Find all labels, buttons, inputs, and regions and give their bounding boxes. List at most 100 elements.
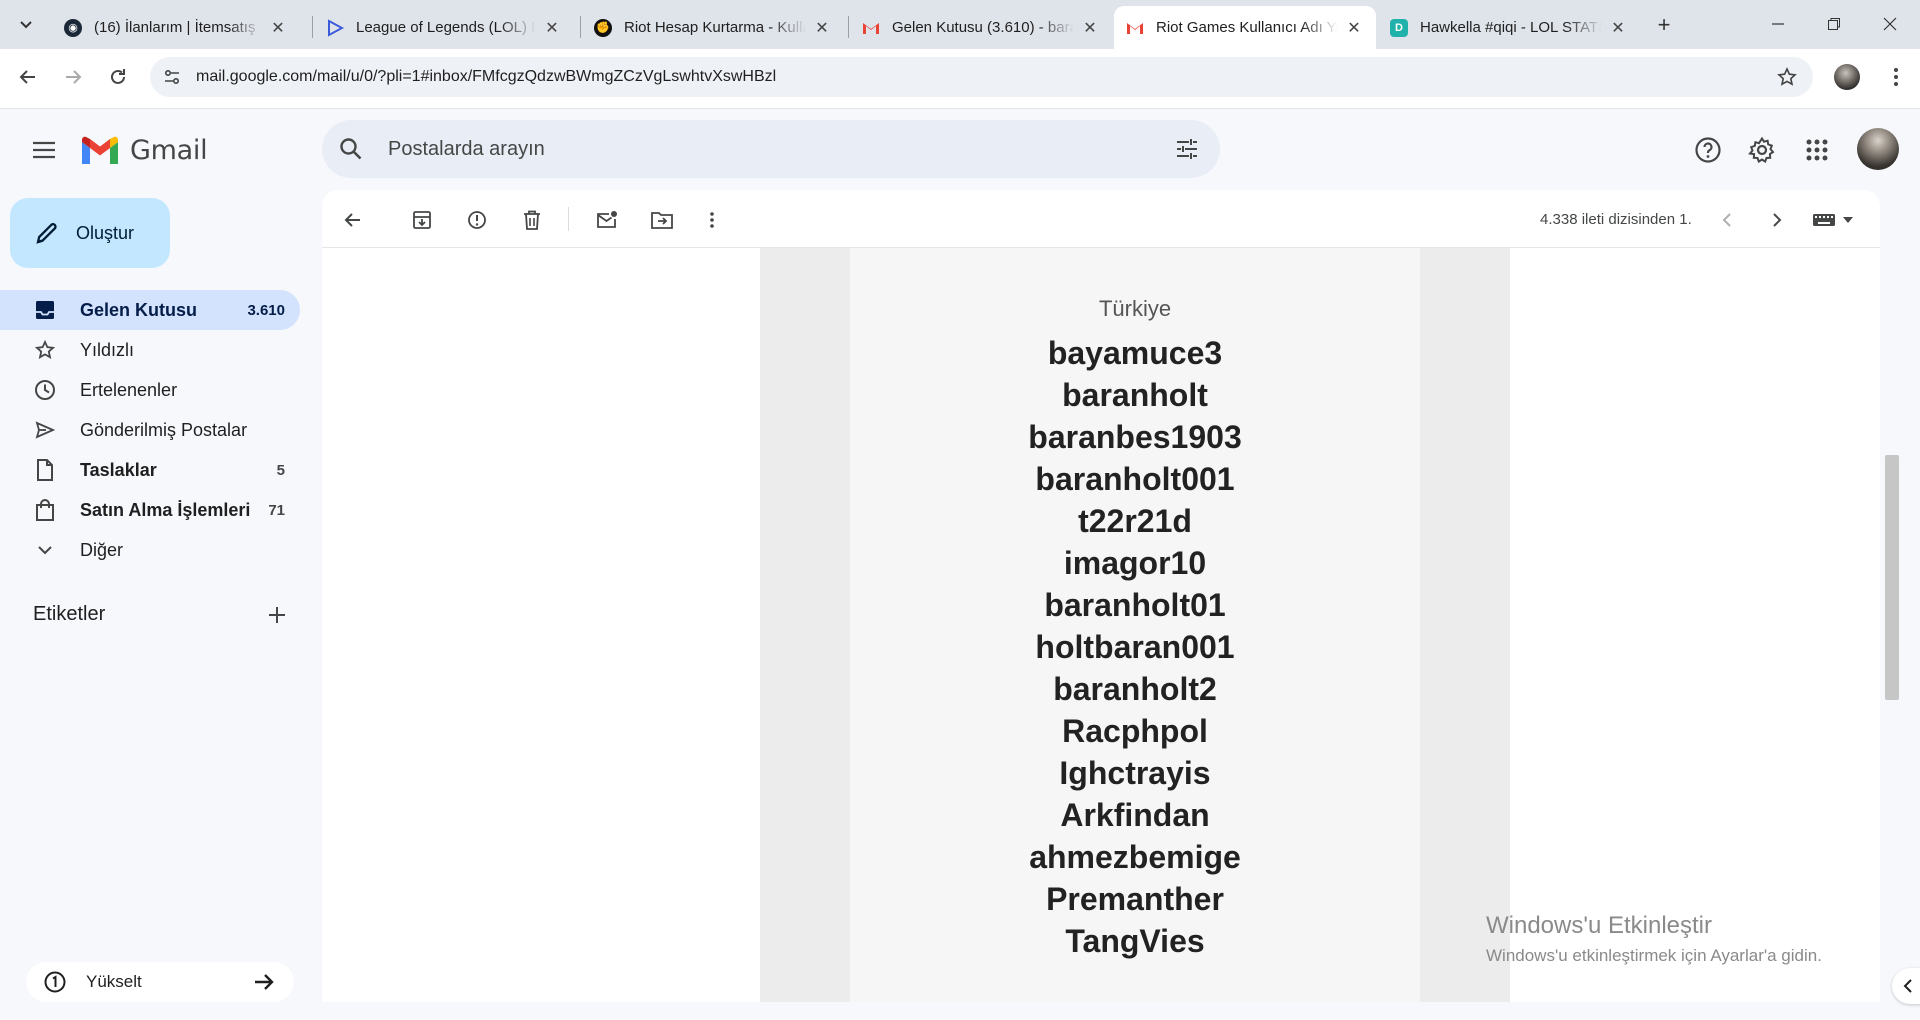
sidebar-nav: Gelen Kutusu 3.610 Yıldızlı Ertelenenler… <box>0 290 300 570</box>
browser-tab[interactable]: League of Legends (LOL) Hesap ✕ <box>314 6 574 49</box>
username-item: Arkfindan <box>1060 797 1210 833</box>
sidebar-item-snoozed[interactable]: Ertelenenler <box>0 370 300 410</box>
riot-fist-icon: ✊ <box>594 18 612 37</box>
pencil-icon <box>36 223 57 244</box>
site-settings-icon[interactable] <box>160 65 184 89</box>
upgrade-button[interactable]: Yükselt <box>26 962 294 1002</box>
reload-icon <box>111 69 125 84</box>
browser-tab[interactable]: Gelen Kutusu (3.610) - baranholt ✕ <box>850 6 1112 49</box>
page-scrollbar-thumb[interactable] <box>1885 455 1899 700</box>
sidebar-item-drafts[interactable]: Taslaklar 5 <box>0 450 300 490</box>
older-button[interactable] <box>1762 205 1792 235</box>
tab-title: Riot Games Kullanıcı Adı Yardımı <box>1156 19 1338 36</box>
gmail-m-icon <box>82 136 118 164</box>
search-options-icon[interactable] <box>1174 136 1200 162</box>
chevron-down-icon <box>20 21 32 29</box>
close-icon[interactable]: ✕ <box>1080 18 1100 38</box>
email-content-card: Türkiye bayamuce3 baranholt baranbes1903 ba… <box>850 248 1420 1002</box>
region-label: Türkiye <box>1098 296 1172 321</box>
close-window-button[interactable] <box>1862 0 1918 48</box>
bookmark-star-icon[interactable] <box>1775 65 1799 89</box>
address-bar[interactable]: mail.google.com/mail/u/0/?pli=1#inbox/FM… <box>150 57 1813 97</box>
mark-unread-button[interactable] <box>592 205 622 235</box>
delete-button[interactable] <box>517 205 547 235</box>
watermark-subtitle: Windows'u etkinleştirmek için Ayarlar'a … <box>1486 946 1822 965</box>
message-body: Türkiye bayamuce3 baranholt baranbes1903 ba… <box>322 248 1880 1002</box>
browser-tab-active[interactable]: Riot Games Kullanıcı Adı Yardımı ✕ <box>1114 6 1376 49</box>
settings-button[interactable] <box>1743 131 1781 169</box>
chevron-left-icon <box>1722 213 1731 227</box>
back-button[interactable] <box>12 61 44 93</box>
tab-search-button[interactable] <box>12 10 40 38</box>
new-tab-button[interactable]: + <box>1650 11 1678 39</box>
caret-down-icon <box>1843 217 1853 223</box>
url-text[interactable]: mail.google.com/mail/u/0/?pli=1#inbox/FM… <box>196 68 776 86</box>
main-menu-button[interactable] <box>28 134 60 166</box>
username-item: baranholt001 <box>1035 461 1235 497</box>
play-triangle-icon <box>326 18 344 37</box>
gmail-icon <box>862 19 880 37</box>
windows-activation-watermark: Windows'u Etkinleştir Windows'u etkinleş… <box>1486 912 1822 966</box>
close-icon[interactable]: ✕ <box>1608 18 1628 38</box>
tab-title: Gelen Kutusu (3.610) - baranholt <box>892 19 1074 36</box>
trash-icon <box>524 210 540 230</box>
tab-separator <box>580 16 581 38</box>
restore-button[interactable] <box>1806 0 1862 48</box>
chevron-right-icon <box>1773 213 1782 227</box>
mail-toolbar: 4.338 ileti dizisinden 1. <box>322 190 1880 248</box>
clock-icon <box>33 378 57 402</box>
sidebar-item-purchases[interactable]: Satın Alma İşlemleri 71 <box>0 490 300 530</box>
sidebar-item-label: Gönderilmiş Postalar <box>80 419 248 440</box>
forward-button[interactable] <box>57 61 89 93</box>
search-input[interactable] <box>388 135 1088 163</box>
sidebar-item-more[interactable]: Diğer <box>0 530 300 570</box>
add-label-button[interactable] <box>264 602 290 628</box>
browser-profile-avatar[interactable] <box>1834 64 1860 90</box>
back-to-inbox-button[interactable] <box>338 205 368 235</box>
newer-button[interactable] <box>1712 205 1742 235</box>
tab-title: (16) İlanlarım | İtemsatış <box>94 19 256 36</box>
browser-menu-button[interactable] <box>1884 61 1908 93</box>
tab-title: Hawkella #qiqi - LOL STATS <box>1420 19 1602 36</box>
close-icon[interactable]: ✕ <box>812 18 832 38</box>
compose-button[interactable]: Oluştur <box>10 198 170 268</box>
sidebar-item-starred[interactable]: Yıldızlı <box>0 330 300 370</box>
steam-icon: ◉ <box>64 18 82 37</box>
close-icon[interactable]: ✕ <box>268 18 288 38</box>
archive-button[interactable] <box>407 205 437 235</box>
watermark-title: Windows'u Etkinleştir <box>1486 912 1712 939</box>
close-icon[interactable]: ✕ <box>542 18 562 38</box>
move-folder-icon <box>651 212 673 229</box>
sidebar-item-sent[interactable]: Gönderilmiş Postalar <box>0 410 300 450</box>
input-tools-button[interactable] <box>1812 208 1858 232</box>
chevron-down-icon <box>33 538 57 562</box>
draft-icon <box>33 458 57 482</box>
browser-tab[interactable]: D Hawkella #qiqi - LOL STATS ✕ <box>1378 6 1640 49</box>
gmail-icon <box>1126 19 1144 37</box>
close-icon[interactable]: ✕ <box>1344 18 1364 38</box>
gmail-logo[interactable]: Gmail <box>80 133 208 167</box>
google-apps-button[interactable] <box>1798 131 1836 169</box>
side-panel-toggle[interactable] <box>1892 968 1920 1004</box>
shopping-bag-icon <box>33 498 57 522</box>
sidebar-item-label: Diğer <box>80 539 124 560</box>
pager-text: 4.338 ileti dizisinden 1. <box>1540 211 1692 228</box>
move-to-button[interactable] <box>647 205 677 235</box>
minimize-button[interactable] <box>1750 0 1806 48</box>
browser-tab-strip: ◉ (16) İlanlarım | İtemsatış ✕ League of… <box>0 0 1920 49</box>
more-actions-button[interactable] <box>697 205 727 235</box>
reload-button[interactable] <box>102 61 134 93</box>
hamburger-icon <box>33 141 55 159</box>
report-spam-button[interactable] <box>462 205 492 235</box>
browser-tab[interactable]: ◉ (16) İlanlarım | İtemsatış ✕ <box>52 6 300 49</box>
username-item: Premanther <box>1046 881 1224 917</box>
mail-search-bar[interactable] <box>322 120 1220 178</box>
draft-count: 5 <box>276 461 285 479</box>
browser-tab[interactable]: ✊ Riot Hesap Kurtarma - Kullanıcı ✕ <box>582 6 844 49</box>
search-icon[interactable] <box>338 136 364 162</box>
username-item: imagor10 <box>1063 545 1207 581</box>
username-item: holtbaran001 <box>1035 629 1235 665</box>
sidebar-item-inbox[interactable]: Gelen Kutusu 3.610 <box>0 290 300 330</box>
account-avatar[interactable] <box>1857 128 1899 170</box>
help-button[interactable] <box>1689 131 1727 169</box>
